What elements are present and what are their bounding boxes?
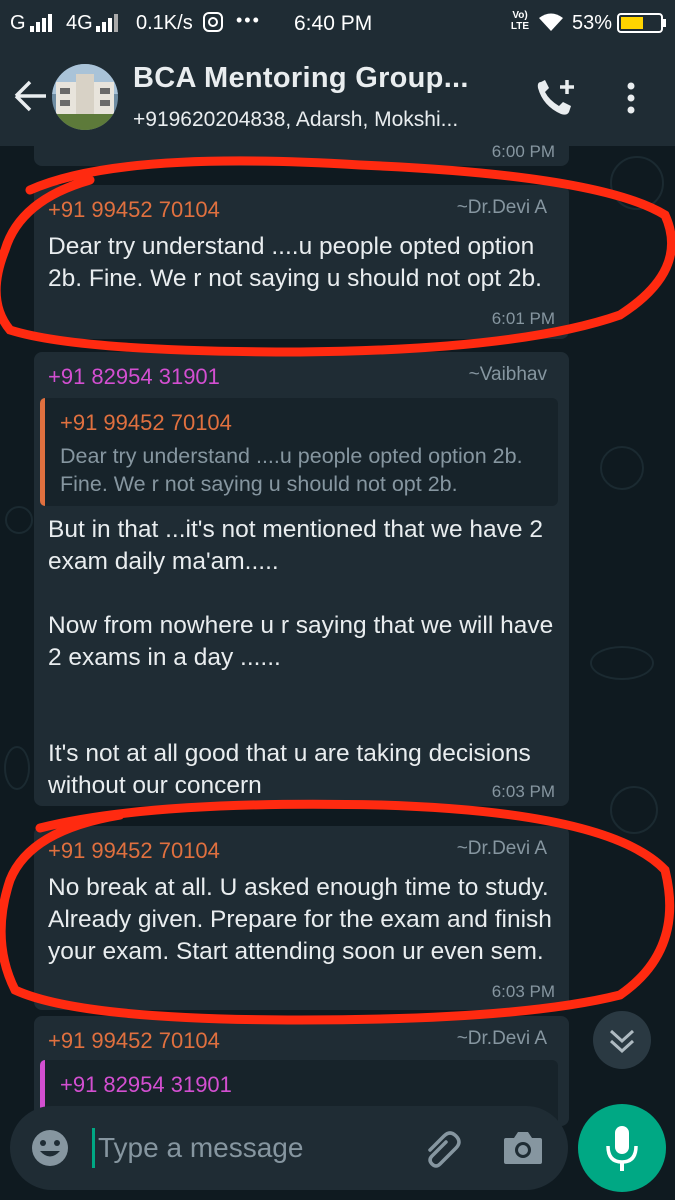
mic-icon <box>606 1126 638 1171</box>
text-cursor <box>92 1128 95 1168</box>
message-input[interactable]: Type a message <box>98 1132 303 1164</box>
paperclip-icon[interactable] <box>420 1126 464 1170</box>
red-annotation-circles <box>0 156 675 1025</box>
scroll-to-bottom-button[interactable] <box>593 1011 651 1069</box>
camera-icon[interactable] <box>502 1128 544 1168</box>
chevrons-down-icon <box>609 1029 635 1054</box>
voice-message-button[interactable] <box>578 1104 666 1192</box>
message-composer: Type a message <box>10 1106 568 1190</box>
emoji-icon[interactable] <box>30 1128 70 1168</box>
